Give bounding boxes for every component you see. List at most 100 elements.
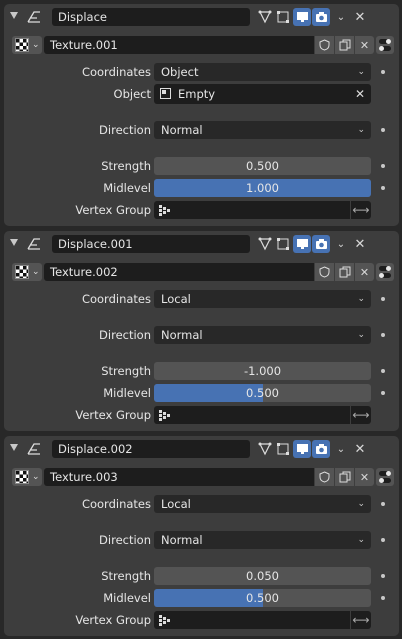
direction-dropdown[interactable]: Normal ⌄ [154, 531, 371, 549]
midlevel-label: Midlevel [103, 181, 151, 195]
close-icon[interactable]: ✕ [351, 8, 369, 26]
render-camera-icon[interactable] [312, 235, 330, 253]
chevron-down-icon[interactable]: ⌄ [332, 8, 350, 26]
keyframe-dot[interactable] [381, 391, 385, 395]
modifier-name-field[interactable]: Displace [52, 8, 250, 26]
edit-mode-icon[interactable] [256, 8, 274, 26]
coordinates-label: Coordinates [81, 497, 151, 511]
direction-dropdown[interactable]: Normal ⌄ [154, 121, 371, 139]
texture-name-field[interactable]: Texture.003 [44, 468, 314, 486]
strength-field[interactable]: -1.000 [154, 362, 371, 380]
chevron-down-icon[interactable] [10, 444, 18, 451]
modifier-name-field[interactable]: Displace.002 [52, 440, 250, 458]
invert-arrows-icon[interactable]: ⟷ [351, 201, 371, 219]
vertex-group-label: Vertex Group [75, 613, 151, 627]
checker-texture-icon [15, 38, 29, 52]
invert-arrows-icon[interactable]: ⟷ [351, 611, 371, 629]
texture-row: ⌄ Texture.003 ✕ [4, 466, 399, 486]
close-icon[interactable]: ✕ [355, 84, 365, 104]
object-label: Object [113, 87, 151, 101]
duplicate-icon[interactable] [334, 36, 354, 54]
texture-preview[interactable]: ⌄ [12, 36, 42, 54]
duplicate-icon[interactable] [334, 263, 354, 281]
strength-label: Strength [101, 364, 151, 378]
checker-texture-icon [15, 265, 29, 279]
direction-label: Direction [99, 123, 151, 137]
vertex-group-label: Vertex Group [75, 203, 151, 217]
duplicate-icon[interactable] [334, 468, 354, 486]
keyframe-dot[interactable] [381, 164, 385, 168]
vertex-group-field[interactable] [154, 406, 350, 424]
keyframe-dot[interactable] [381, 70, 385, 74]
close-icon[interactable]: ✕ [351, 235, 369, 253]
keyframe-dot[interactable] [381, 596, 385, 600]
midlevel-slider[interactable]: 1.000 [154, 179, 371, 197]
vertex-group-icon [159, 410, 170, 421]
chevron-down-icon[interactable] [10, 12, 18, 19]
shield-icon[interactable] [314, 468, 334, 486]
keyframe-dot[interactable] [381, 186, 385, 190]
on-cage-icon[interactable] [274, 235, 292, 253]
keyframe-dot[interactable] [381, 297, 385, 301]
direction-label: Direction [99, 328, 151, 342]
render-camera-icon[interactable] [312, 8, 330, 26]
coordinates-label: Coordinates [81, 292, 151, 306]
texture-preview[interactable]: ⌄ [12, 263, 42, 281]
shield-icon[interactable] [314, 263, 334, 281]
close-icon[interactable]: ✕ [354, 468, 374, 486]
viewport-display-icon[interactable] [293, 235, 311, 253]
texture-settings-toggle[interactable] [376, 36, 394, 54]
keyframe-dot[interactable] [381, 333, 385, 337]
close-icon[interactable]: ✕ [351, 440, 369, 458]
texture-settings-toggle[interactable] [376, 263, 394, 281]
modifier-panel: Displace.002 ⌄ ✕ ⌄ Texture.003 ✕ Coordin… [4, 436, 399, 636]
direction-label: Direction [99, 533, 151, 547]
midlevel-slider[interactable]: 0.500 [154, 589, 371, 607]
direction-dropdown[interactable]: Normal ⌄ [154, 326, 371, 344]
object-field[interactable]: Empty ✕ [154, 84, 371, 104]
keyframe-dot[interactable] [381, 502, 385, 506]
coordinates-label: Coordinates [81, 65, 151, 79]
on-cage-icon[interactable] [274, 440, 292, 458]
close-icon[interactable]: ✕ [354, 263, 374, 281]
texture-name-field[interactable]: Texture.002 [44, 263, 314, 281]
modifier-header: Displace ⌄ ✕ [4, 4, 399, 30]
viewport-display-icon[interactable] [293, 440, 311, 458]
texture-preview[interactable]: ⌄ [12, 468, 42, 486]
chevron-down-icon[interactable]: ⌄ [332, 440, 350, 458]
displace-modifier-icon [27, 443, 40, 455]
texture-row: ⌄ Texture.001 ✕ [4, 34, 399, 54]
shield-icon[interactable] [314, 36, 334, 54]
midlevel-slider[interactable]: 0.500 [154, 384, 371, 402]
object-icon [160, 88, 171, 99]
keyframe-dot[interactable] [381, 369, 385, 373]
coordinates-dropdown[interactable]: Local ⌄ [154, 495, 371, 513]
strength-field[interactable]: 0.500 [154, 157, 371, 175]
keyframe-dot[interactable] [381, 538, 385, 542]
invert-arrows-icon[interactable]: ⟷ [351, 406, 371, 424]
edit-mode-icon[interactable] [256, 235, 274, 253]
vertex-group-label: Vertex Group [75, 408, 151, 422]
texture-name-field[interactable]: Texture.001 [44, 36, 314, 54]
vertex-group-field[interactable] [154, 611, 350, 629]
viewport-display-icon[interactable] [293, 8, 311, 26]
close-icon[interactable]: ✕ [354, 36, 374, 54]
chevron-down-icon[interactable]: ⌄ [332, 235, 350, 253]
displace-modifier-icon [27, 238, 40, 250]
render-camera-icon[interactable] [312, 440, 330, 458]
keyframe-dot[interactable] [381, 574, 385, 578]
vertex-group-icon [159, 615, 170, 626]
displace-modifier-icon [27, 11, 40, 23]
texture-settings-toggle[interactable] [376, 468, 394, 486]
coordinates-dropdown[interactable]: Object ⌄ [154, 63, 371, 81]
on-cage-icon[interactable] [274, 8, 292, 26]
vertex-group-field[interactable] [154, 201, 350, 219]
modifier-header: Displace.002 ⌄ ✕ [4, 436, 399, 462]
strength-field[interactable]: 0.050 [154, 567, 371, 585]
modifier-name-field[interactable]: Displace.001 [52, 235, 250, 253]
edit-mode-icon[interactable] [256, 440, 274, 458]
keyframe-dot[interactable] [381, 128, 385, 132]
coordinates-dropdown[interactable]: Local ⌄ [154, 290, 371, 308]
modifier-header: Displace.001 ⌄ ✕ [4, 231, 399, 257]
chevron-down-icon[interactable] [10, 239, 18, 246]
